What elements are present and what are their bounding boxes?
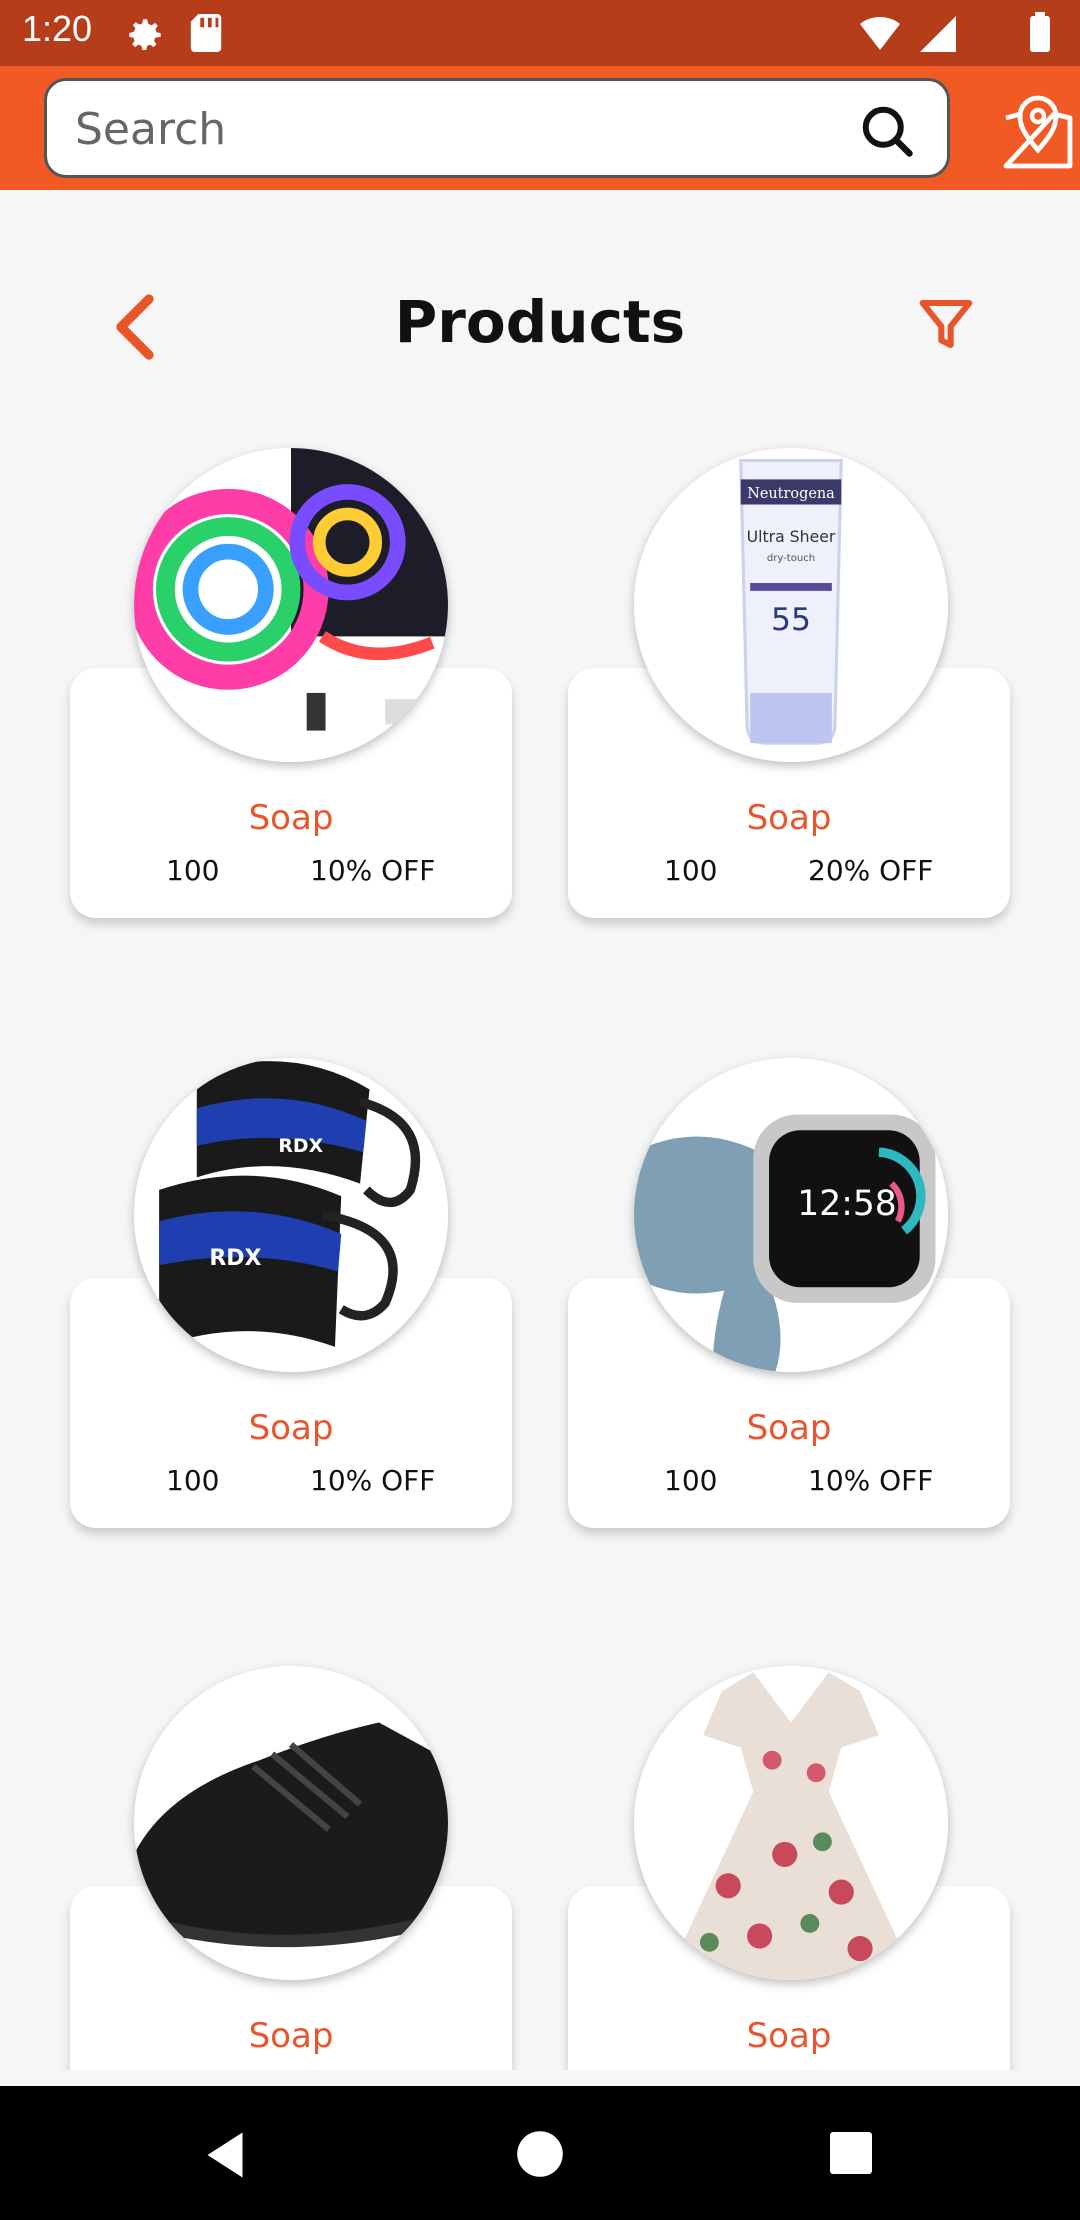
product-image-ankle-straps[interactable]: RDX RDX (134, 1058, 448, 1372)
product-discount: 20% OFF (808, 854, 934, 887)
product-grid: Soap 100 10% OFF Soap 100 20% OFF Neutro… (0, 0, 1080, 2070)
strap-brand-top: RDX (278, 1136, 323, 1157)
product-name: Soap (746, 2016, 832, 2056)
product-name: Soap (248, 2016, 334, 2056)
system-nav-bar (0, 2086, 1080, 2220)
product-discount: 10% OFF (808, 1464, 934, 1497)
product-price: 100 (664, 854, 718, 887)
product-price: 100 (166, 854, 220, 887)
watch-time: 12:58 (797, 1184, 897, 1224)
strap-brand-bottom: RDX (209, 1246, 261, 1271)
product-image-black-sneaker[interactable] (134, 1666, 448, 1980)
product-discount: 10% OFF (310, 854, 436, 887)
nav-home-icon[interactable] (516, 2130, 564, 2178)
sunscreen-brand: Neutrogena (747, 486, 835, 502)
product-name: Soap (248, 1408, 334, 1448)
product-image-led-strip[interactable] (134, 448, 448, 762)
sunscreen-sub: dry-touch (767, 553, 815, 564)
nav-recents-icon[interactable] (830, 2132, 872, 2174)
product-image-sunscreen[interactable]: Neutrogena Ultra Sheer dry-touch 55 (634, 448, 948, 762)
product-price: 100 (166, 1464, 220, 1497)
product-image-smartwatch[interactable]: 12:58 (634, 1058, 948, 1372)
product-name: Soap (248, 798, 334, 838)
sunscreen-spf: 55 (771, 602, 811, 638)
product-name: Soap (746, 1408, 832, 1448)
sunscreen-line: Ultra Sheer (747, 527, 836, 546)
product-discount: 10% OFF (310, 1464, 436, 1497)
product-name: Soap (746, 798, 832, 838)
product-image-floral-dress[interactable] (634, 1666, 948, 1980)
nav-back-icon[interactable] (200, 2130, 250, 2180)
product-price: 100 (664, 1464, 718, 1497)
